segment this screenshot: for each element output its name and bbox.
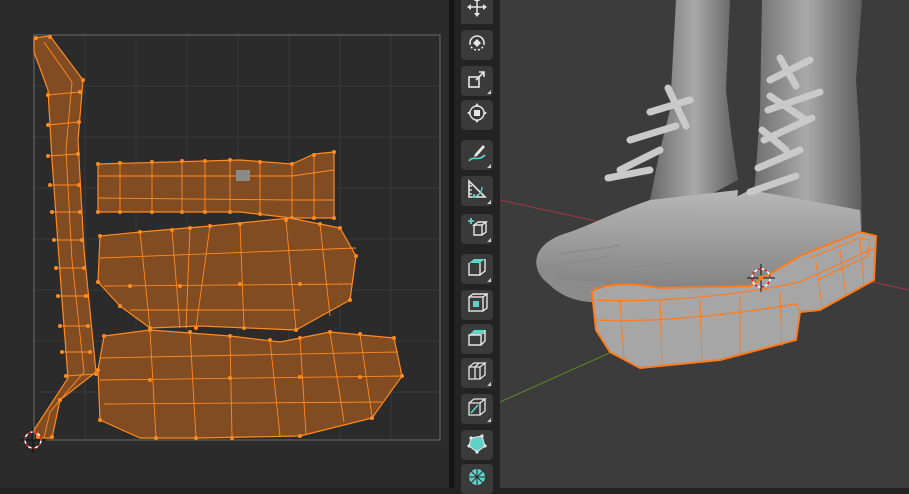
tool-spin[interactable]	[461, 464, 493, 494]
tool-poly-build[interactable]	[461, 430, 493, 460]
annotate-icon	[466, 142, 488, 168]
add-cube-icon	[466, 216, 489, 242]
bevel-icon	[466, 326, 488, 352]
transform-icon	[466, 102, 488, 128]
uv-island-strap[interactable]	[33, 35, 98, 439]
tool-rotate[interactable]	[461, 30, 493, 60]
tool-bevel[interactable]	[461, 324, 493, 354]
tool-annotate[interactable]	[461, 140, 493, 170]
tool-measure[interactable]	[461, 176, 493, 206]
tool-transform[interactable]	[461, 100, 493, 130]
uv-island-band[interactable]	[96, 150, 336, 220]
inset-faces-icon	[466, 292, 490, 318]
scale-icon	[466, 68, 488, 94]
3d-viewport[interactable]	[500, 0, 909, 488]
measure-icon	[466, 178, 488, 204]
tool-loop-cut[interactable]	[461, 358, 493, 388]
spin-icon	[466, 466, 488, 492]
uv-canvas[interactable]	[0, 0, 449, 488]
viewport-canvas[interactable]	[500, 0, 909, 488]
tool-scale[interactable]	[461, 66, 493, 96]
tool-add-cube[interactable]	[461, 214, 493, 244]
move-icon	[466, 0, 488, 22]
loop-cut-icon	[466, 360, 488, 386]
uv-island-sole-lower[interactable]	[96, 328, 404, 440]
tool-inset-faces[interactable]	[461, 290, 493, 320]
tool-shelf	[454, 0, 500, 494]
uv-editor[interactable]	[0, 0, 449, 488]
uv-selected-face	[236, 170, 250, 181]
rotate-icon	[466, 32, 488, 58]
tool-move[interactable]	[461, 0, 493, 24]
poly-build-icon	[466, 432, 488, 458]
uv-island-sole-upper[interactable]	[96, 217, 358, 332]
knife-icon	[466, 396, 488, 422]
extrude-region-icon	[466, 256, 488, 282]
tool-knife[interactable]	[461, 394, 493, 424]
tool-extrude-region[interactable]	[461, 254, 493, 284]
